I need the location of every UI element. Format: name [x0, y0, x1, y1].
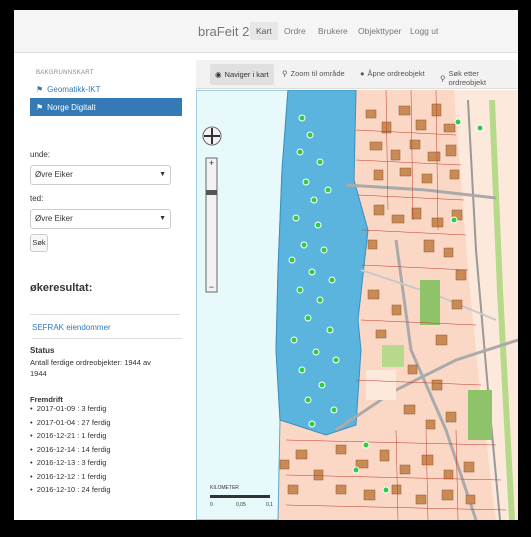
search-results-title: økeresultat: — [30, 282, 93, 294]
nav-logg-ut[interactable]: Logg ut — [410, 26, 438, 36]
river — [196, 90, 289, 520]
list-item: • 2016-12-13 : 3 ferdig — [30, 458, 107, 467]
tag-icon: ⚑ — [36, 84, 44, 94]
nav-objekttyper[interactable]: Objekttyper — [358, 26, 401, 36]
tab-label: Åpne ordreobjekt — [367, 69, 425, 78]
svg-text:−: − — [209, 282, 214, 292]
svg-text:0,1: 0,1 — [266, 502, 273, 508]
status-text-2: 1944 — [30, 369, 47, 378]
search-icon: ⚲ — [440, 73, 446, 83]
pan-control[interactable] — [202, 126, 222, 146]
tab-label: Zoom til område — [290, 69, 345, 78]
app-brand[interactable]: braFeit 2 — [198, 24, 249, 39]
map-svg[interactable]: + − KILOMETER 0 0,05 0,1 — [196, 90, 518, 520]
tab-zoom[interactable]: ⚲ Zoom til område — [282, 69, 345, 78]
top-navbar: braFeit 2 Kart Ordre Brukere Objekttyper… — [14, 10, 518, 53]
svg-text:+: + — [209, 158, 214, 168]
app-window: braFeit 2 Kart Ordre Brukere Objekttyper… — [14, 10, 518, 520]
sted-select[interactable]: Øvre Eiker ▼ — [30, 209, 171, 229]
caret-down-icon: ▼ — [159, 171, 166, 178]
tab-label: Søk etter ordreobjekt — [448, 69, 487, 87]
svg-text:KILOMETER: KILOMETER — [210, 485, 239, 491]
park — [468, 390, 492, 440]
tab-sok[interactable]: ⚲ Søk etter ordreobjekt — [440, 69, 518, 87]
caret-down-icon: ▼ — [159, 215, 166, 222]
divider — [32, 338, 182, 339]
kommune-select[interactable]: Øvre Eiker ▼ — [30, 165, 171, 185]
layer-geomatikk[interactable]: ⚑ Geomatikk-IKT — [30, 80, 182, 98]
list-item: • 2016-12-12 : 1 ferdig — [30, 471, 107, 481]
list-item: • 2017-01-09 : 3 ferdig — [30, 404, 107, 413]
tag-icon: ⚑ — [36, 102, 44, 112]
sted-select-value: Øvre Eiker — [35, 214, 73, 223]
search-icon: ⚲ — [282, 69, 288, 78]
nav-brukere[interactable]: Brukere — [318, 26, 348, 36]
progress-label: Fremdrift — [30, 395, 63, 404]
background-map-panel: BAKGRUNNSKART ⚑ Geomatikk-IKT ⚑ Norge Di… — [30, 62, 182, 142]
background-map-header: BAKGRUNNSKART — [36, 70, 94, 76]
svg-text:0,05: 0,05 — [236, 502, 246, 508]
layer-label: Norge Digitalt — [47, 102, 96, 112]
progress-list: • 2017-01-09 : 3 ferdig • 2017-01-04 : 2… — [30, 404, 180, 499]
zoom-bar[interactable]: + − — [205, 157, 218, 293]
sefrak-link[interactable]: SEFRAK eiendommer — [32, 323, 111, 332]
map-tool-tabs: ◉ Naviger i kart ⚲ Zoom til område ● Åpn… — [196, 60, 518, 89]
search-results-header: økeresultat: — [30, 282, 182, 294]
tab-naviger[interactable]: ◉ Naviger i kart — [210, 64, 274, 85]
park — [420, 280, 440, 325]
layer-label: Geomatikk-IKT — [47, 84, 101, 94]
status-text: Antall ferdige ordreobjekter: 1944 av — [30, 358, 151, 367]
circle-icon: ● — [360, 69, 365, 78]
globe-icon: ◉ — [215, 70, 222, 79]
kommune-select-value: Øvre Eiker — [35, 170, 73, 179]
search-results-body: SEFRAK eiendommer Status Antall ferdige … — [30, 302, 182, 520]
park — [382, 345, 404, 367]
nav-kart[interactable]: Kart — [250, 22, 278, 40]
divider — [30, 314, 180, 315]
sted-label: ted: — [30, 194, 44, 203]
list-item: • 2016-12-10 : 24 ferdig — [30, 485, 111, 494]
tab-apne[interactable]: ● Åpne ordreobjekt — [360, 69, 425, 78]
status-label: Status — [30, 346, 55, 355]
kommune-label: unde: — [30, 150, 51, 159]
svg-text:0: 0 — [210, 502, 213, 508]
map-canvas[interactable]: + − KILOMETER 0 0,05 0,1 — [196, 90, 518, 520]
field — [366, 370, 396, 400]
nav-ordre[interactable]: Ordre — [284, 26, 306, 36]
list-item: • 2017-01-04 : 27 ferdig — [30, 417, 111, 427]
list-item: • 2016-12-21 : 1 ferdig — [30, 431, 107, 440]
tab-label: Naviger i kart — [224, 70, 269, 79]
list-item: • 2016-12-14 : 14 ferdig — [30, 444, 111, 454]
layer-norge-digitalt[interactable]: ⚑ Norge Digitalt — [30, 98, 182, 116]
search-button[interactable]: Søk — [30, 234, 48, 252]
